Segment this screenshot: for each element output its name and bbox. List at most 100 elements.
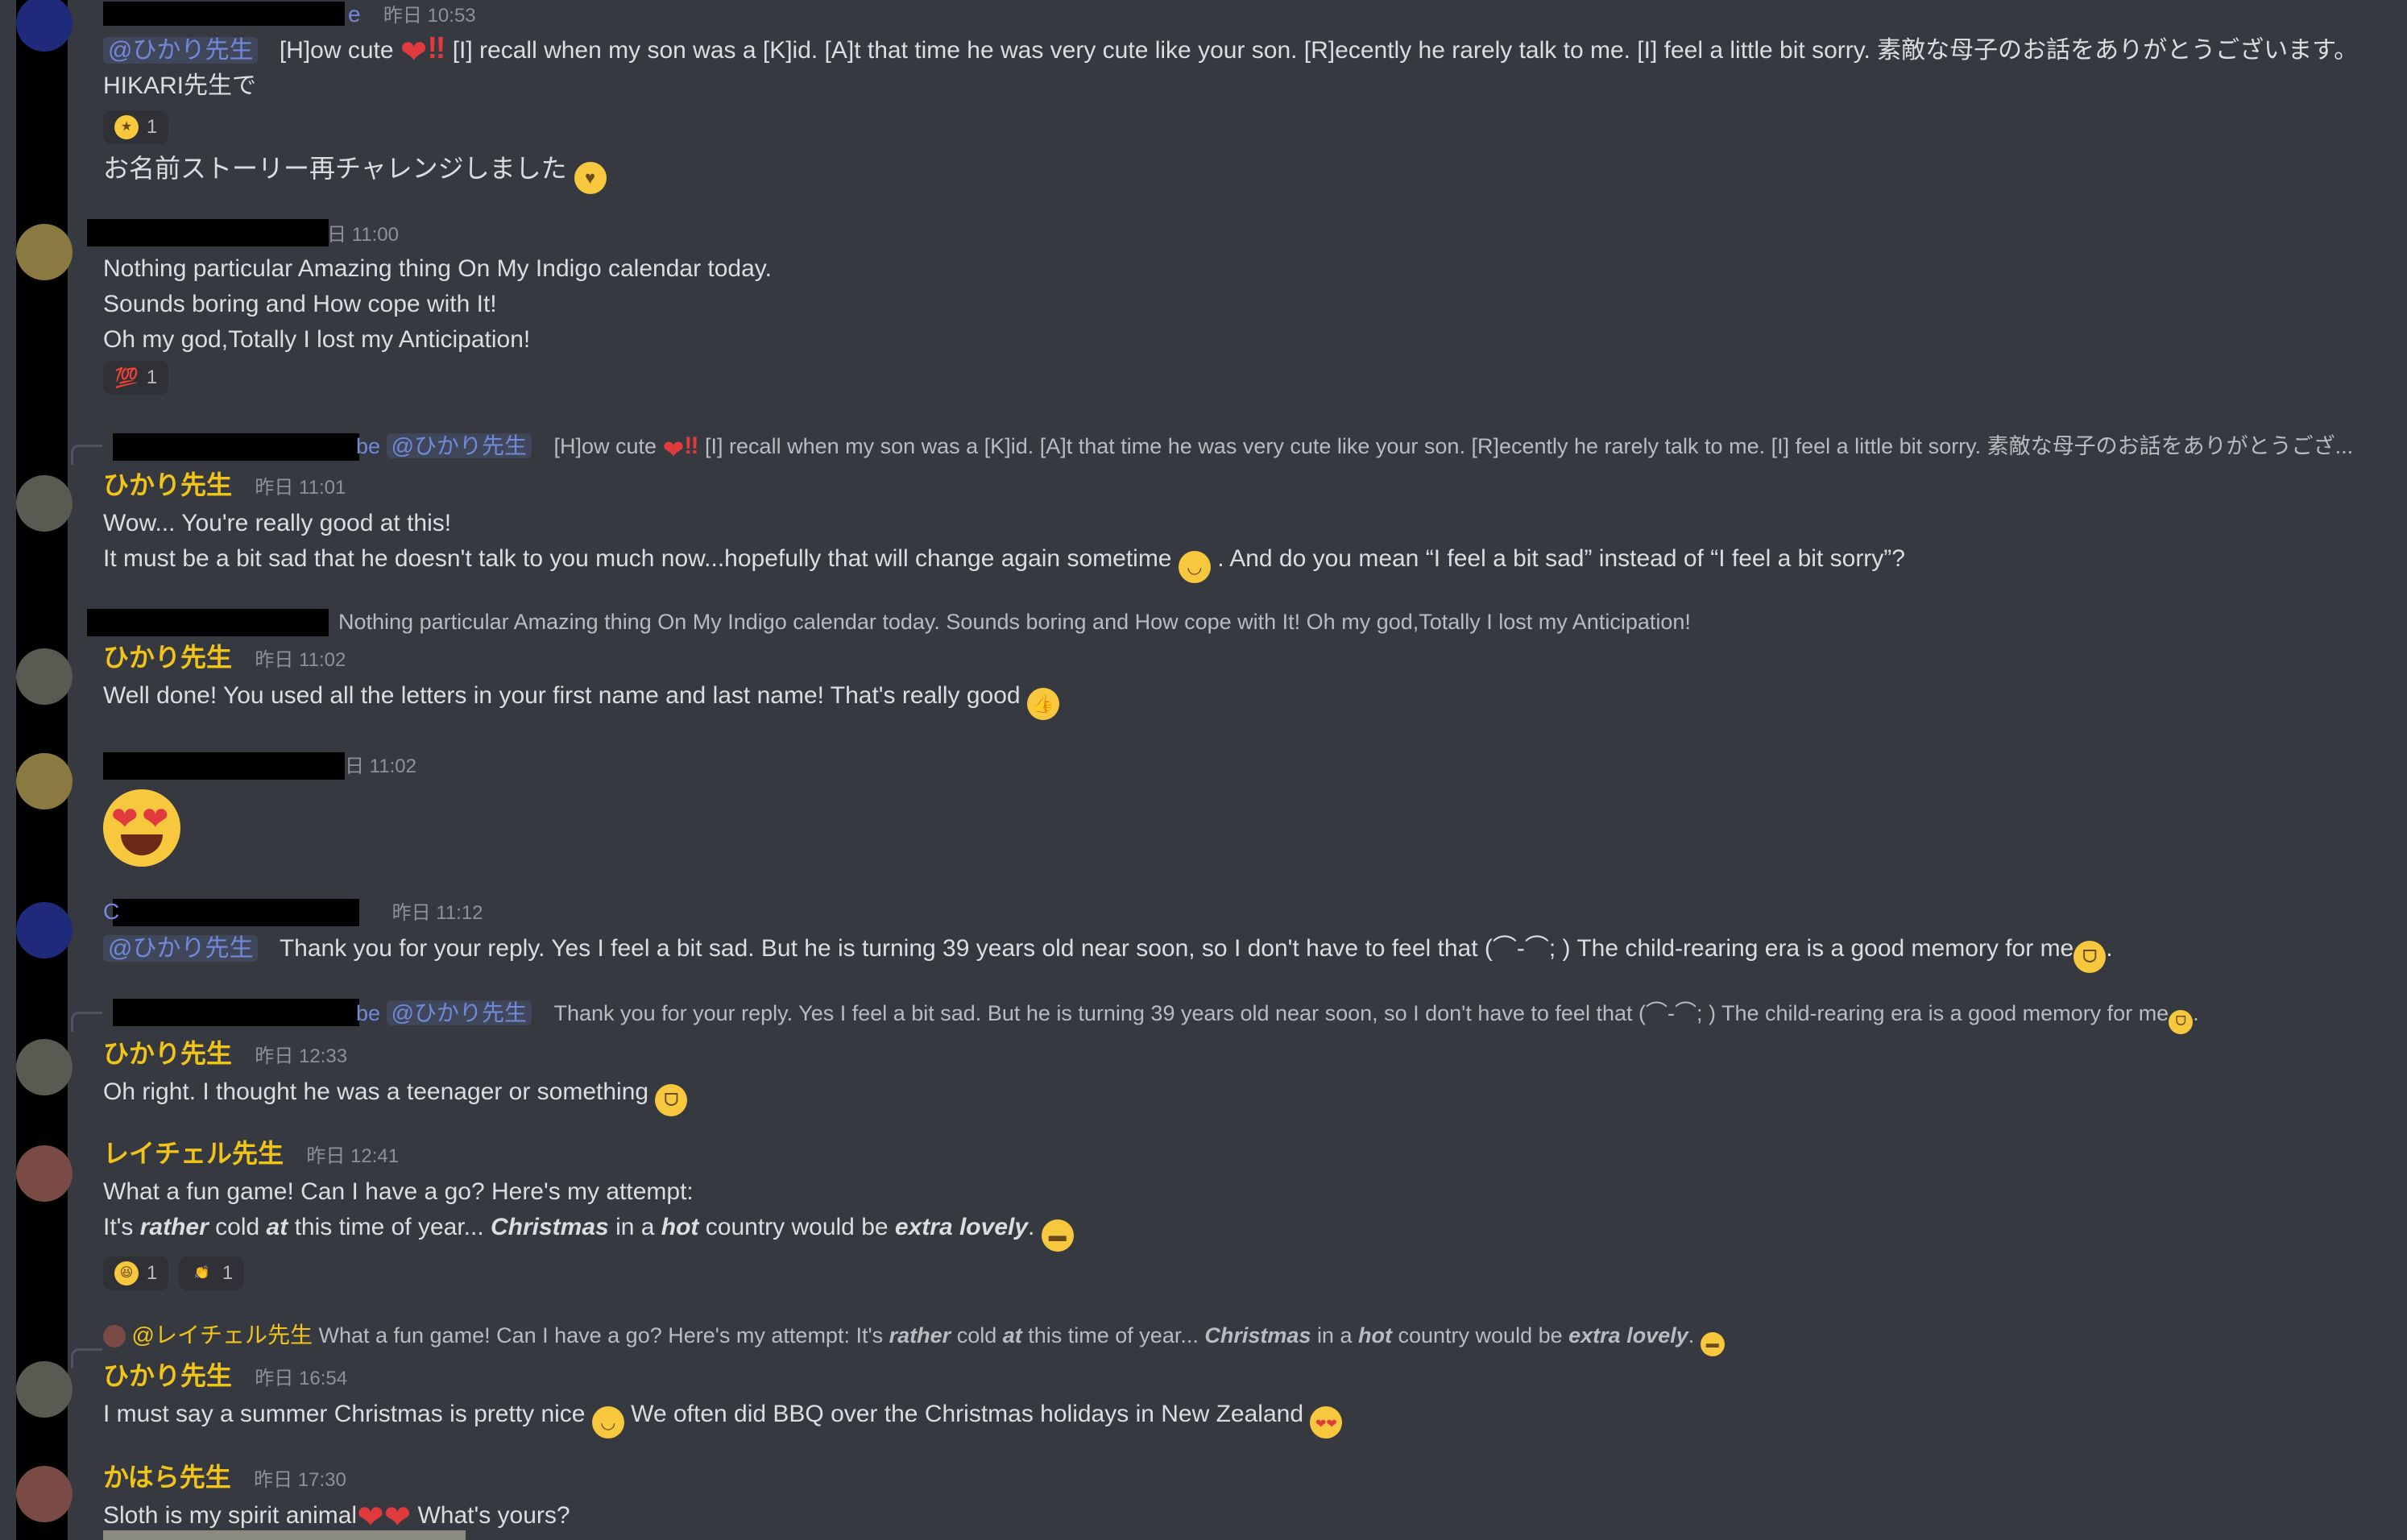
reply-text: What a fun game! Can I have a go? Here's… (318, 1323, 884, 1348)
timestamp: 昨日 16:54 (255, 1368, 348, 1389)
avatar[interactable] (16, 648, 72, 705)
emphasis-text: at (266, 1214, 288, 1240)
author-name[interactable]: ひかり先生 (103, 1361, 232, 1390)
user-mention[interactable]: @ひかり先生 (103, 37, 259, 64)
reply-author-fragment: be (356, 434, 381, 458)
reaction-count: 1 (222, 1262, 234, 1284)
author-name[interactable]: ひかり先生 (103, 643, 232, 672)
reply-preview[interactable]: Nothing particular Amazing thing On My I… (103, 606, 2375, 638)
message-text: I must say a summer Christmas is pretty … (103, 1401, 586, 1427)
heart-emoji-icon: ❤ (662, 435, 685, 464)
avatar[interactable] (16, 475, 72, 532)
emphasis-text: hot (661, 1214, 699, 1240)
message-text: Well done! You used all the letters in y… (103, 682, 1021, 709)
author-name-fragment[interactable]: e (348, 2, 361, 27)
author-name[interactable]: ひかり先生 (103, 470, 232, 499)
sunglasses-emoji-icon: ▬ (1700, 1332, 1725, 1356)
reaction-star-struck[interactable]: ★ 1 (103, 110, 169, 144)
text-run: It's (103, 1214, 134, 1240)
image-attachment[interactable] (103, 1530, 466, 1540)
author-name[interactable]: ひかり先生 (103, 1039, 232, 1068)
avatar[interactable] (16, 1361, 72, 1418)
message-text: Oh my god,Totally I lost my Anticipation… (103, 326, 531, 353)
heart-eyes-emoji-icon: ❤❤ (1310, 1406, 1343, 1439)
message-text: We often did BBQ over the Christmas holi… (631, 1401, 1304, 1427)
text-run: cold (215, 1214, 260, 1240)
heart-emoji-icon: ❤ (383, 1500, 412, 1535)
user-mention[interactable]: @ひかり先生 (103, 935, 259, 962)
smiling-face-emoji-icon: ◡ (1178, 551, 1211, 583)
reply-connector (71, 445, 102, 465)
reaction-count: 1 (147, 1262, 158, 1284)
reply-author-fragment: be (356, 1001, 381, 1025)
reply-text: [I] recall when my son was a [K]id. [A]t… (705, 434, 2354, 458)
message: かはら先生 昨日 17:30 Sloth is my spirit animal… (103, 1459, 2375, 1534)
user-mention[interactable]: @ひかり先生 (386, 433, 532, 458)
message: be @ひかり先生 [H]ow cute ❤‼ [I] recall when … (103, 430, 2375, 583)
reply-text: this time of year... (1028, 1323, 1199, 1348)
author-name[interactable]: レイチェル先生 (103, 1139, 284, 1168)
reply-preview[interactable]: be @ひかり先生 [H]ow cute ❤‼ [I] recall when … (103, 430, 2375, 466)
message: e 昨日 10:53 @ひかり先生 [H]ow cute ❤‼ [I] reca… (103, 0, 2375, 194)
heart-emoji-icon: ❤ (400, 35, 428, 70)
avatar[interactable] (16, 753, 72, 809)
message-text: What's yours? (417, 1502, 570, 1529)
emphasis-text: extra lovely (894, 1214, 1029, 1240)
message-text: What a fun game! Can I have a go? Here's… (103, 1178, 694, 1205)
avatar[interactable] (16, 224, 72, 280)
heart-eyes-emoji-icon: ❤❤ (103, 789, 180, 867)
author-name[interactable]: かはら先生 (103, 1463, 231, 1492)
laughing-face-emoji-icon: ᗜ (2169, 1010, 2194, 1034)
message: C 昨日 11:12 @ひかり先生 Thank you for your rep… (103, 896, 2375, 973)
message: Nothing particular Amazing thing On My I… (103, 606, 2375, 720)
emphasis-text: Christmas (1204, 1323, 1311, 1348)
double-exclamation-icon: ‼ (427, 31, 446, 65)
avatar[interactable] (16, 1466, 72, 1522)
reaction-hundred[interactable]: 💯 1 (103, 361, 169, 395)
user-mention[interactable]: @レイチェル先生 (132, 1323, 313, 1348)
user-mention[interactable]: @ひかり先生 (386, 1000, 532, 1025)
laughing-face-emoji-icon: ᗜ (2074, 941, 2107, 973)
emphasis-text: rather (139, 1214, 209, 1240)
reply-connector (71, 1348, 102, 1368)
reply-text: . (1688, 1323, 1695, 1348)
reply-text: [H]ow cute (553, 434, 657, 458)
sweat-smile-emoji-icon: ᗜ (655, 1084, 688, 1116)
message-text: Oh right. I thought he was a teenager or… (103, 1078, 649, 1105)
laughing-face-emoji-icon: 😆 (114, 1261, 139, 1285)
timestamp: 昨日 12:33 (255, 1045, 348, 1067)
timestamp: 昨日 17:30 (254, 1469, 346, 1491)
message-text: Thank you for your reply. Yes I feel a b… (279, 935, 2074, 962)
message-text: Nothing particular Amazing thing On My I… (103, 255, 772, 282)
reply-preview[interactable]: @レイチェル先生 What a fun game! Can I have a g… (103, 1319, 2375, 1356)
emphasis-text: rather (889, 1323, 951, 1348)
avatar (103, 1325, 126, 1348)
message-text: Sloth is my spirit animal (103, 1502, 358, 1529)
reply-text: country would be (1398, 1323, 1563, 1348)
author-name-fragment[interactable]: C (103, 899, 119, 924)
smiling-face-emoji-icon: ◡ (591, 1406, 624, 1439)
thumbs-up-emoji-icon: 👍 (1026, 688, 1059, 720)
text-run: this time of year... (294, 1214, 484, 1240)
message-text: Sounds boring and How cope with It! (103, 291, 497, 317)
reply-preview[interactable]: be @ひかり先生 Thank you for your reply. Yes … (103, 997, 2375, 1034)
emphasis-text: at (1002, 1323, 1022, 1348)
avatar[interactable] (16, 902, 72, 958)
reaction-clapping[interactable]: 👏 1 (178, 1256, 245, 1290)
sunglasses-emoji-icon: ▬ (1041, 1219, 1074, 1252)
message-text: . (2106, 935, 2113, 962)
message-text: . And do you mean “I feel a bit sad” ins… (1217, 545, 1905, 572)
timestamp: 昨日 10:53 (383, 5, 476, 27)
message: be @ひかり先生 Thank you for your reply. Yes … (103, 997, 2375, 1116)
clapping-hands-emoji-icon: 👏 (193, 1266, 210, 1280)
avatar[interactable] (16, 1145, 72, 1202)
reply-text: Thank you for your reply. Yes I feel a b… (553, 1001, 2169, 1025)
reply-connector (71, 1012, 102, 1032)
reaction-laughing[interactable]: 😆 1 (103, 1256, 169, 1290)
timestamp: 昨日 12:41 (306, 1145, 400, 1167)
emphasis-text: extra lovely (1568, 1323, 1688, 1348)
avatar[interactable] (16, 1039, 72, 1095)
text-run: . (1028, 1214, 1035, 1240)
double-exclamation-icon: ‼ (684, 433, 699, 459)
message: @レイチェル先生 What a fun game! Can I have a g… (103, 1319, 2375, 1439)
